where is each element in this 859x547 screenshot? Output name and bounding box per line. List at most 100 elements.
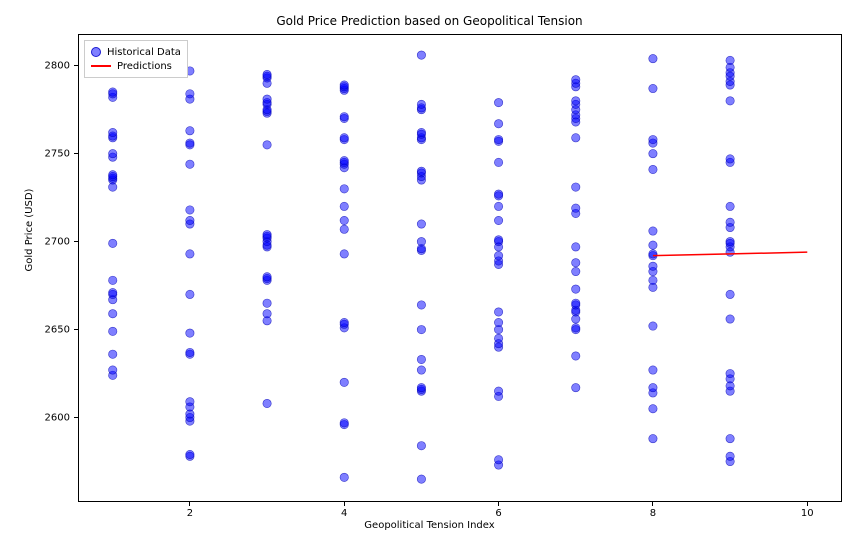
x-tick-label: 10: [801, 508, 814, 519]
scatter-point: [340, 134, 348, 142]
scatter-point: [726, 202, 734, 210]
scatter-point: [494, 251, 502, 259]
scatter-point: [186, 127, 194, 135]
legend-predictions-label: Predictions: [117, 61, 172, 72]
scatter-point: [109, 276, 117, 284]
scatter-point: [494, 135, 502, 143]
chart-figure: Gold Price Prediction based on Geopoliti…: [0, 0, 859, 547]
x-tick-mark: [807, 502, 808, 506]
scatter-point: [263, 141, 271, 149]
scatter-point: [572, 204, 580, 212]
scatter-point: [186, 329, 194, 337]
scatter-point: [263, 230, 271, 238]
plot-svg: [78, 34, 842, 502]
scatter-point: [109, 128, 117, 136]
y-axis-label: Gold Price (USD): [24, 130, 35, 330]
scatter-point: [417, 128, 425, 136]
y-tick-label: 2650: [40, 324, 70, 335]
scatter-point: [340, 225, 348, 233]
scatter-point: [572, 134, 580, 142]
scatter-point: [494, 98, 502, 106]
scatter-point: [726, 452, 734, 460]
scatter-point: [263, 273, 271, 281]
scatter-point: [109, 366, 117, 374]
x-tick-mark: [189, 502, 190, 506]
scatter-point: [340, 318, 348, 326]
scatter-point: [263, 299, 271, 307]
scatter-point: [494, 120, 502, 128]
scatter-point: [417, 441, 425, 449]
scatter-point: [649, 165, 657, 173]
scatter-point: [494, 334, 502, 342]
scatter-point: [649, 405, 657, 413]
scatter-point: [649, 434, 657, 442]
scatter-point: [572, 285, 580, 293]
scatter-point: [340, 216, 348, 224]
scatter-point: [649, 227, 657, 235]
scatter-point: [263, 310, 271, 318]
x-axis-label: Geopolitical Tension Index: [0, 520, 859, 531]
scatter-point: [494, 158, 502, 166]
y-tick-label: 2800: [40, 60, 70, 71]
scatter-point: [340, 419, 348, 427]
legend-predictions: Predictions: [91, 59, 181, 73]
chart-title: Gold Price Prediction based on Geopoliti…: [0, 14, 859, 28]
scatter-point: [726, 218, 734, 226]
scatter-point: [109, 288, 117, 296]
scatter-point: [340, 112, 348, 120]
scatter-point: [417, 325, 425, 333]
scatter-point: [263, 399, 271, 407]
scatter-point: [417, 366, 425, 374]
scatter-point: [340, 202, 348, 210]
scatter-point: [649, 84, 657, 92]
x-tick-label: 2: [187, 508, 193, 519]
scatter-point: [186, 160, 194, 168]
scatter-point: [572, 324, 580, 332]
scatter-point: [417, 383, 425, 391]
scatter-point: [572, 352, 580, 360]
x-tick-mark: [498, 502, 499, 506]
scatter-point: [186, 206, 194, 214]
scatter-point: [340, 378, 348, 386]
scatter-point: [649, 322, 657, 330]
scatter-point: [572, 243, 580, 251]
scatter-point: [494, 190, 502, 198]
scatter-point: [417, 167, 425, 175]
scatter-point: [417, 51, 425, 59]
x-tick-label: 8: [650, 508, 656, 519]
scatter-point: [109, 171, 117, 179]
y-tick-label: 2750: [40, 148, 70, 159]
legend-historical-label: Historical Data: [107, 47, 181, 58]
scatter-point: [494, 387, 502, 395]
scatter-point: [726, 155, 734, 163]
scatter-point: [417, 220, 425, 228]
scatter-point: [186, 290, 194, 298]
x-tick-mark: [344, 502, 345, 506]
x-tick-label: 4: [341, 508, 347, 519]
scatter-point: [572, 76, 580, 84]
scatter-point: [494, 456, 502, 464]
scatter-point: [726, 237, 734, 245]
scatter-point: [649, 276, 657, 284]
scatter-point: [726, 315, 734, 323]
scatter-point: [572, 259, 580, 267]
scatter-point: [726, 56, 734, 64]
scatter-point: [572, 299, 580, 307]
x-tick-mark: [652, 502, 653, 506]
scatter-point: [340, 473, 348, 481]
scatter-point: [494, 308, 502, 316]
scatter-point: [340, 250, 348, 258]
x-tick-label: 6: [495, 508, 501, 519]
scatter-point: [649, 262, 657, 270]
y-tick-label: 2600: [40, 412, 70, 423]
scatter-point: [186, 139, 194, 147]
scatter-point: [186, 348, 194, 356]
y-tick-label: 2700: [40, 236, 70, 247]
scatter-point: [109, 310, 117, 318]
scatter-point: [572, 383, 580, 391]
scatter-point: [572, 97, 580, 105]
scatter-point: [417, 237, 425, 245]
scatter-point: [109, 350, 117, 358]
scatter-point: [340, 156, 348, 164]
scatter-point: [649, 366, 657, 374]
